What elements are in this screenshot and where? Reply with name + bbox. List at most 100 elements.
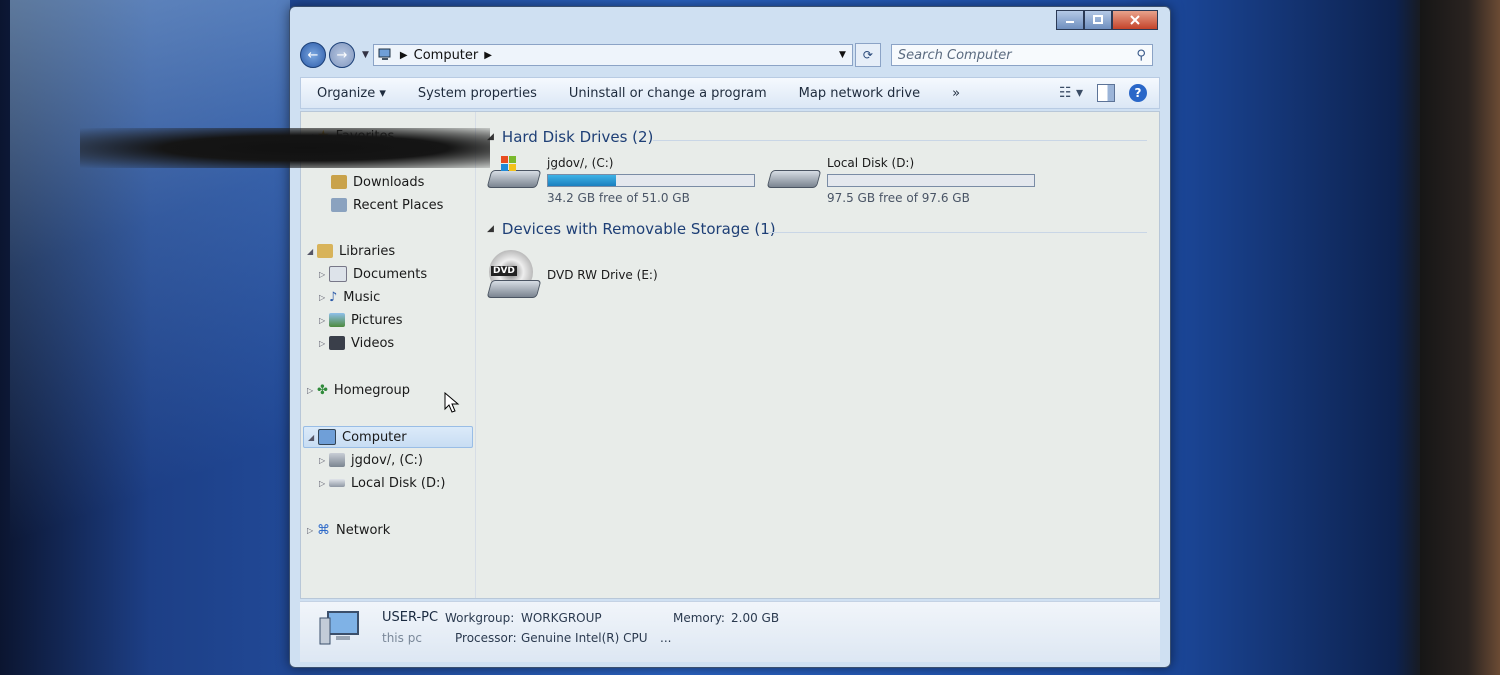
breadcrumb-separator[interactable]: ▶ bbox=[484, 50, 492, 61]
hard-disk-icon bbox=[329, 479, 345, 487]
usage-bar bbox=[827, 174, 1035, 187]
documents-icon bbox=[329, 266, 347, 282]
nav-network-label: Network bbox=[336, 522, 391, 538]
expand-arrow-icon: ▷ bbox=[319, 338, 326, 348]
nav-libraries[interactable]: ◢ Libraries bbox=[307, 241, 395, 261]
maximize-button[interactable] bbox=[1084, 10, 1112, 30]
details-pane: USER-PC this pc Workgroup: WORKGROUP Mem… bbox=[300, 601, 1160, 662]
back-button[interactable]: ← bbox=[300, 42, 326, 68]
forward-button[interactable]: → bbox=[329, 42, 355, 68]
star-icon: ★ bbox=[317, 128, 330, 144]
nav-documents[interactable]: ▷ Documents bbox=[319, 264, 427, 284]
nav-downloads[interactable]: Downloads bbox=[331, 172, 424, 192]
computer-icon bbox=[318, 429, 336, 445]
memory-label: Memory: bbox=[673, 611, 725, 625]
search-icon: ⚲ bbox=[1136, 47, 1146, 63]
nav-drive-d-label: Local Disk (D:) bbox=[351, 475, 446, 491]
drive-d-tile[interactable]: Local Disk (D:) 97.5 GB free of 97.6 GB bbox=[766, 156, 1035, 205]
libraries-icon bbox=[317, 244, 333, 258]
expand-arrow-icon: ▷ bbox=[319, 478, 326, 488]
recent-pages-dropdown[interactable]: ▼ bbox=[362, 50, 369, 60]
group-removable-storage[interactable]: ◢ Devices with Removable Storage (1) bbox=[487, 220, 776, 238]
desktop-wallpaper bbox=[10, 0, 290, 675]
drive-name: jgdov/, (C:) bbox=[547, 156, 614, 170]
views-icon[interactable]: ☷ ▾ bbox=[1059, 85, 1083, 101]
usage-bar-fill bbox=[548, 175, 616, 186]
preview-pane-icon[interactable] bbox=[1097, 84, 1115, 102]
system-properties-button[interactable]: System properties bbox=[402, 86, 553, 101]
nav-drive-c[interactable]: ▷ jgdov/, (C:) bbox=[319, 450, 423, 470]
address-bar[interactable]: ▶ Computer ▶ ▼ bbox=[372, 44, 853, 66]
close-icon bbox=[1130, 15, 1140, 25]
more-commands-button[interactable]: » bbox=[936, 86, 976, 101]
collapse-arrow-icon: ◢ bbox=[307, 131, 314, 141]
videos-icon bbox=[329, 336, 345, 350]
search-input[interactable]: Search Computer ⚲ bbox=[890, 44, 1153, 66]
uninstall-program-button[interactable]: Uninstall or change a program bbox=[553, 86, 783, 101]
recent-places-icon bbox=[331, 198, 347, 212]
address-row: ← → ▼ ▶ Computer ▶ ▼ ⟳ Search Computer ⚲ bbox=[300, 41, 1160, 69]
drive-name: DVD RW Drive (E:) bbox=[547, 268, 658, 282]
memory-value: 2.00 GB bbox=[731, 611, 780, 625]
breadcrumb-computer[interactable]: Computer bbox=[414, 48, 479, 63]
homegroup-icon: ✤ bbox=[317, 382, 328, 398]
nav-computer[interactable]: ◢ Computer bbox=[303, 426, 473, 448]
collapse-arrow-icon: ◢ bbox=[308, 432, 315, 442]
collapse-arrow-icon: ◢ bbox=[487, 132, 494, 142]
organize-label: Organize bbox=[317, 85, 376, 101]
monitor-bezel bbox=[1420, 0, 1500, 675]
nav-pictures-label: Pictures bbox=[351, 312, 403, 328]
workgroup-value: WORKGROUP bbox=[521, 611, 602, 625]
close-button[interactable] bbox=[1112, 10, 1158, 30]
back-icon: ← bbox=[307, 47, 319, 63]
toolbar-right: ☷ ▾ ? bbox=[1059, 84, 1159, 102]
group-hard-disk-drives[interactable]: ◢ Hard Disk Drives (2) bbox=[487, 128, 653, 146]
caption-buttons bbox=[1056, 10, 1158, 30]
dvd-drive-tile[interactable]: DVD DVD RW Drive (E:) bbox=[486, 250, 658, 300]
network-icon: ⌘ bbox=[317, 522, 330, 538]
mouse-cursor-icon bbox=[444, 392, 460, 413]
map-network-drive-button[interactable]: Map network drive bbox=[783, 86, 936, 101]
command-bar: Organize ▾ System properties Uninstall o… bbox=[300, 77, 1160, 109]
nav-videos-label: Videos bbox=[351, 335, 395, 351]
pictures-icon bbox=[329, 313, 345, 327]
folder-icon bbox=[331, 175, 347, 189]
breadcrumb-separator[interactable]: ▶ bbox=[400, 50, 408, 61]
help-icon[interactable]: ? bbox=[1129, 84, 1147, 102]
minimize-button[interactable] bbox=[1056, 10, 1084, 30]
drive-free-space: 34.2 GB free of 51.0 GB bbox=[547, 191, 690, 205]
organize-button[interactable]: Organize ▾ bbox=[301, 86, 402, 101]
processor-label: Processor: bbox=[455, 631, 517, 645]
nav-homegroup-label: Homegroup bbox=[333, 382, 411, 398]
maximize-icon bbox=[1093, 15, 1103, 24]
nav-network[interactable]: ▷ ⌘ Network bbox=[307, 520, 390, 540]
expand-arrow-icon: ▷ bbox=[319, 315, 326, 325]
nav-documents-label: Documents bbox=[353, 266, 428, 282]
nav-drive-d[interactable]: ▷ Local Disk (D:) bbox=[319, 473, 445, 493]
expand-arrow-icon: ▷ bbox=[319, 269, 326, 279]
nav-music[interactable]: ▷ ♪ Music bbox=[319, 287, 380, 307]
nav-downloads-label: Downloads bbox=[353, 174, 425, 190]
nav-recent-places-label: Recent Places bbox=[353, 197, 444, 213]
group-divider bbox=[653, 140, 1147, 141]
processor-more: ... bbox=[660, 631, 672, 645]
computer-icon bbox=[319, 611, 359, 645]
expand-arrow-icon: ▷ bbox=[319, 292, 326, 302]
refresh-button[interactable]: ⟳ bbox=[854, 43, 881, 67]
nav-favorites[interactable]: ◢ ★ Favorites bbox=[307, 126, 394, 146]
processor-value: Genuine Intel(R) CPU bbox=[521, 631, 648, 645]
drive-name: Local Disk (D:) bbox=[827, 156, 915, 170]
collapse-arrow-icon: ◢ bbox=[307, 246, 314, 256]
pc-subtitle: this pc bbox=[382, 631, 422, 645]
nav-pictures[interactable]: ▷ Pictures bbox=[319, 310, 402, 330]
drive-c-tile[interactable]: jgdov/, (C:) 34.2 GB free of 51.0 GB bbox=[486, 156, 755, 205]
workgroup-label: Workgroup: bbox=[445, 611, 515, 625]
address-dropdown[interactable]: ▼ bbox=[839, 50, 846, 60]
explorer-window: ← → ▼ ▶ Computer ▶ ▼ ⟳ Search Computer ⚲… bbox=[289, 6, 1171, 668]
nav-recent-places[interactable]: Recent Places bbox=[331, 195, 443, 215]
nav-videos[interactable]: ▷ Videos bbox=[319, 333, 394, 353]
windows-logo-icon bbox=[501, 156, 516, 171]
forward-icon: → bbox=[336, 47, 348, 63]
navigation-pane: ◢ ★ Favorites Downloads Recent Places ◢ … bbox=[301, 112, 476, 598]
minimize-icon bbox=[1066, 21, 1074, 23]
